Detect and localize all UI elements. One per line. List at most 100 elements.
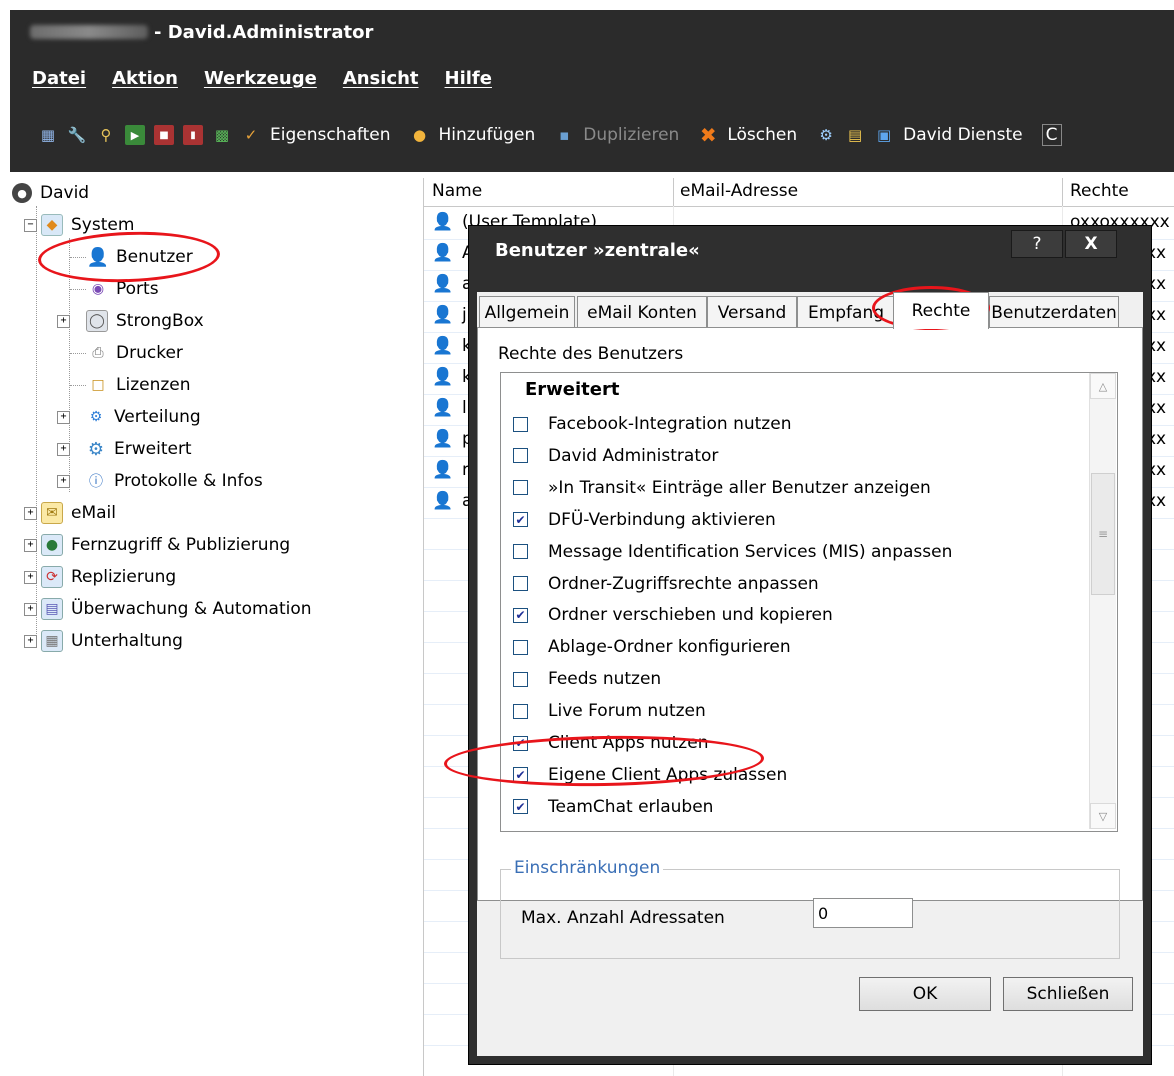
tree-node-unterhaltung[interactable]: + ▦ Unterhaltung bbox=[24, 627, 183, 655]
wrench-icon[interactable]: 🔧 bbox=[67, 125, 87, 145]
eigenschaften-button[interactable]: Eigenschaften bbox=[270, 125, 390, 145]
tree-node-benutzer[interactable]: 👤 Benutzer bbox=[87, 243, 193, 271]
rights-option[interactable]: Message Identification Services (MIS) an… bbox=[513, 537, 952, 567]
tree-node-strongbox[interactable]: + ◯ StrongBox bbox=[57, 307, 204, 335]
tree-node-david[interactable]: ● David bbox=[12, 179, 89, 207]
checkbox-unchecked-icon[interactable] bbox=[513, 703, 528, 719]
loeschen-button[interactable]: Löschen bbox=[727, 125, 797, 145]
chart-icon[interactable]: ▩ bbox=[212, 125, 232, 145]
expand-icon[interactable]: + bbox=[24, 506, 37, 520]
menu-aktion[interactable]: Aktion bbox=[112, 68, 178, 96]
tree-node-fernzugriff[interactable]: + ● Fernzugriff & Publizierung bbox=[24, 531, 290, 559]
tree-label: David bbox=[40, 183, 90, 203]
rights-option[interactable]: Live Forum nutzen bbox=[513, 696, 706, 726]
tab-benutzerdaten[interactable]: Benutzerdaten bbox=[989, 296, 1119, 328]
column-header-rechte[interactable]: Rechte bbox=[1070, 181, 1129, 201]
rights-scrollbar[interactable]: △ ≡ ▽ bbox=[1089, 373, 1116, 829]
delete-icon[interactable]: ✖ bbox=[698, 123, 718, 147]
column-divider[interactable] bbox=[673, 178, 674, 206]
rights-option-label: Ablage-Ordner konfigurieren bbox=[548, 637, 791, 658]
tree-node-email[interactable]: + ✉ eMail bbox=[24, 499, 116, 527]
rights-option[interactable]: Feeds nutzen bbox=[513, 664, 661, 694]
tree-node-system[interactable]: − ◆ System bbox=[24, 211, 134, 239]
ok-button[interactable]: OK bbox=[859, 977, 991, 1011]
rights-option[interactable]: ✔ DFÜ-Verbindung aktivieren bbox=[513, 505, 776, 535]
rights-option[interactable]: Facebook-Integration nutzen bbox=[513, 409, 791, 439]
tree-node-drucker[interactable]: ⎙ Drucker bbox=[88, 339, 183, 367]
rights-option[interactable]: David Administrator bbox=[513, 441, 718, 471]
restrictions-legend: Einschränkungen bbox=[511, 858, 664, 878]
checkbox-unchecked-icon[interactable] bbox=[513, 448, 528, 464]
rights-option[interactable]: »In Transit« Einträge aller Benutzer anz… bbox=[513, 473, 931, 503]
tree-node-protokolle[interactable]: + ⓘ Protokolle & Infos bbox=[57, 467, 263, 495]
tree-node-lizenzen[interactable]: □ Lizenzen bbox=[88, 371, 191, 399]
help-button[interactable]: ? bbox=[1011, 230, 1063, 258]
checkbox-unchecked-icon[interactable] bbox=[513, 480, 528, 496]
close-dialog-button[interactable]: Schließen bbox=[1003, 977, 1133, 1011]
menu-werkzeuge[interactable]: Werkzeuge bbox=[204, 68, 317, 96]
tree-label: Lizenzen bbox=[116, 375, 191, 395]
tree-node-erweitert[interactable]: + ⚙ Erweitert bbox=[57, 435, 192, 463]
rights-option[interactable]: Ablage-Ordner konfigurieren bbox=[513, 632, 791, 662]
scroll-thumb[interactable]: ≡ bbox=[1091, 473, 1115, 595]
checkbox-unchecked-icon[interactable] bbox=[513, 544, 528, 560]
checkbox-checked-icon[interactable]: ✔ bbox=[513, 735, 528, 751]
expand-icon[interactable]: + bbox=[57, 442, 70, 456]
tab-rechte[interactable]: Rechte bbox=[893, 292, 989, 329]
menu-ansicht[interactable]: Ansicht bbox=[343, 68, 419, 96]
checklist-icon[interactable]: ✓ bbox=[241, 125, 261, 145]
checkbox-checked-icon[interactable]: ✔ bbox=[513, 799, 528, 815]
settings-gear-icon[interactable]: ⚙ bbox=[816, 125, 836, 145]
menu-datei[interactable]: Datei bbox=[32, 68, 86, 96]
checkbox-checked-icon[interactable]: ✔ bbox=[513, 512, 528, 528]
services-icon[interactable]: ▣ bbox=[874, 125, 894, 145]
add-user-icon[interactable]: ● bbox=[409, 125, 429, 145]
expand-icon[interactable]: + bbox=[57, 474, 70, 488]
tree-node-ueberwachung[interactable]: + ▤ Überwachung & Automation bbox=[24, 595, 312, 623]
tree-node-verteilung[interactable]: + ⚙ Verteilung bbox=[57, 403, 201, 431]
tab-versand[interactable]: Versand bbox=[707, 296, 797, 328]
rights-option[interactable]: ✔ Client Apps nutzen bbox=[513, 728, 708, 758]
checkbox-checked-icon[interactable]: ✔ bbox=[513, 607, 528, 623]
hinzufuegen-button[interactable]: Hinzufügen bbox=[438, 125, 535, 145]
checkbox-unchecked-icon[interactable] bbox=[513, 416, 528, 432]
play-icon[interactable]: ▶ bbox=[125, 125, 145, 145]
column-header-name[interactable]: Name bbox=[432, 181, 482, 201]
rights-option[interactable]: Ordner-Zugriffsrechte anpassen bbox=[513, 569, 819, 599]
rights-option[interactable]: ✔ TeamChat erlauben bbox=[513, 792, 713, 822]
menu-hilfe[interactable]: Hilfe bbox=[445, 68, 492, 96]
checkbox-unchecked-icon[interactable] bbox=[513, 639, 528, 655]
toolbar-overflow[interactable]: C bbox=[1041, 124, 1062, 146]
expand-icon[interactable]: + bbox=[24, 634, 37, 648]
database-icon[interactable]: ▦ bbox=[38, 125, 58, 145]
tree-node-ports[interactable]: ◉ Ports bbox=[88, 275, 159, 303]
close-button[interactable]: X bbox=[1065, 230, 1117, 258]
rights-option[interactable]: ✔ Eigene Client Apps zulassen bbox=[513, 760, 787, 790]
network-icon[interactable]: ⚲ bbox=[96, 125, 116, 145]
tab-email-konten[interactable]: eMail Konten bbox=[577, 296, 707, 328]
tab-empfang[interactable]: Empfang bbox=[797, 296, 895, 328]
rights-option[interactable]: ✔ Ordner verschieben und kopieren bbox=[513, 600, 833, 630]
scroll-down-icon[interactable]: ▽ bbox=[1090, 803, 1116, 829]
tab-allgemein[interactable]: Allgemein bbox=[479, 296, 575, 328]
expand-icon[interactable]: + bbox=[24, 538, 37, 552]
pause-icon[interactable]: ▮ bbox=[183, 125, 203, 145]
expand-icon[interactable]: + bbox=[57, 410, 70, 424]
column-divider[interactable] bbox=[1062, 178, 1063, 206]
report-icon[interactable]: ▤ bbox=[845, 125, 865, 145]
david-dienste-button[interactable]: David Dienste bbox=[903, 125, 1023, 145]
scroll-up-icon[interactable]: △ bbox=[1090, 373, 1116, 399]
column-header-email[interactable]: eMail-Adresse bbox=[680, 181, 798, 201]
checkbox-unchecked-icon[interactable] bbox=[513, 671, 528, 687]
expand-icon[interactable]: + bbox=[57, 314, 70, 328]
checkbox-unchecked-icon[interactable] bbox=[513, 576, 528, 591]
list-header: Name eMail-Adresse Rechte bbox=[424, 178, 1174, 207]
stop-icon[interactable]: ■ bbox=[154, 125, 174, 145]
max-recipients-input[interactable] bbox=[813, 898, 913, 928]
collapse-icon[interactable]: − bbox=[24, 218, 37, 232]
expand-icon[interactable]: + bbox=[24, 602, 37, 616]
checkbox-checked-icon[interactable]: ✔ bbox=[513, 767, 528, 783]
tree-node-replizierung[interactable]: + ⟳ Replizierung bbox=[24, 563, 176, 591]
rights-list[interactable]: Erweitert Facebook-Integration nutzen Dav… bbox=[500, 372, 1118, 832]
expand-icon[interactable]: + bbox=[24, 570, 37, 584]
